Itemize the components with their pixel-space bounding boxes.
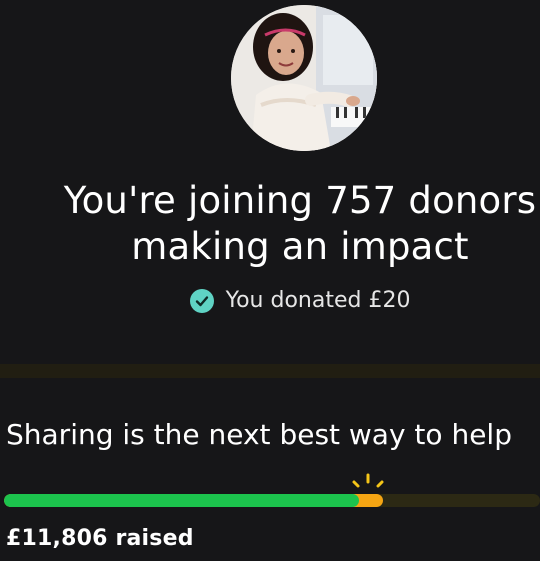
- raised-amount: £11,806 raised: [6, 526, 194, 551]
- donation-amount-text: You donated £20: [225, 288, 411, 313]
- sparkle-icon: [352, 473, 384, 488]
- check-circle-icon: [189, 288, 214, 313]
- donors-headline: You're joining 757 donors making an impa…: [63, 179, 537, 268]
- fundraising-progress-bar: [4, 494, 540, 507]
- share-title: Sharing is the next best way to help: [6, 418, 512, 451]
- beneficiary-photo: [231, 5, 377, 151]
- donation-confirmation: You donated £20: [0, 288, 540, 313]
- section-divider: [0, 364, 540, 378]
- beneficiary-avatar: [231, 5, 377, 151]
- progress-raised: [4, 494, 359, 507]
